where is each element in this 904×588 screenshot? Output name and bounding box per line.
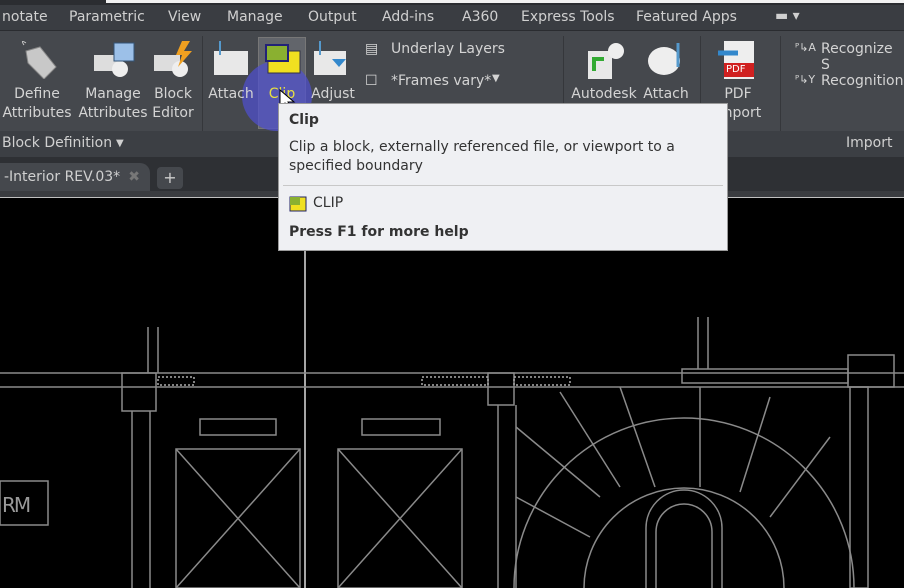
manage-attributes-icon: [94, 42, 135, 77]
recognize-button[interactable]: Recognize S: [821, 41, 904, 73]
tab-add-ins[interactable]: Add-ins: [382, 9, 434, 25]
tooltip-command: CLIP: [313, 195, 344, 211]
tab-a360[interactable]: A360: [462, 9, 498, 25]
tooltip-description: Clip a block, externally referenced file…: [289, 139, 675, 174]
adjust-button[interactable]: Adjust: [310, 85, 356, 104]
adjust-icon: [314, 41, 346, 75]
attach-button[interactable]: Attach: [208, 85, 254, 104]
clip-tooltip: Clip Clip a block, externally referenced…: [278, 103, 728, 251]
floor-plan: [0, 197, 904, 588]
tab-manage[interactable]: Manage: [227, 9, 283, 25]
tooltip-help: Press F1 for more help: [289, 224, 469, 240]
chevron-down-icon[interactable]: ▼: [116, 138, 124, 149]
underlay-layers-icon: ▤: [365, 41, 379, 57]
block-editor-icon: [154, 41, 192, 77]
file-tab-label: -Interior REV.03*: [4, 169, 121, 185]
recognize-icon: ᴾ↳A: [795, 41, 816, 54]
recognition-settings-icon: ᴾ↳Y: [795, 73, 816, 86]
pdf-badge: PDF: [726, 64, 746, 75]
drawing-canvas[interactable]: RM: [0, 197, 904, 588]
attach-icon: [214, 41, 248, 75]
tab-annotate[interactable]: notate: [2, 9, 48, 25]
file-tab[interactable]: -Interior REV.03* ✖: [0, 163, 150, 191]
frames-dropdown[interactable]: *Frames vary*: [391, 73, 491, 89]
block-definition-panel[interactable]: Block Definition: [2, 135, 112, 151]
chevron-down-icon: ▼: [492, 73, 500, 84]
import-panel: Import: [846, 135, 893, 151]
attach-cloud-icon: [648, 43, 680, 75]
tooltip-title: Clip: [289, 112, 319, 128]
underlay-layers-button[interactable]: Underlay Layers: [391, 41, 505, 57]
tag-icon: [21, 40, 57, 79]
autodesk-button[interactable]: Autodesk: [568, 85, 640, 104]
new-tab-button[interactable]: +: [157, 167, 183, 189]
block-editor-button[interactable]: Block Editor: [150, 85, 196, 123]
minimize-ribbon-icon[interactable]: ▬ ▾: [775, 8, 800, 24]
room-label: RM: [2, 493, 31, 517]
tab-express-tools[interactable]: Express Tools: [521, 9, 615, 25]
tab-view[interactable]: View: [168, 9, 201, 25]
frames-icon: ☐: [365, 73, 378, 89]
autodesk-icon: [588, 43, 624, 79]
pdf-import-icon: [718, 41, 754, 79]
attach-cloud-button[interactable]: Attach: [640, 85, 692, 104]
tab-featured-apps[interactable]: Featured Apps: [636, 9, 737, 25]
manage-attributes-button[interactable]: Manage Attributes: [78, 85, 148, 123]
clip-icon: [265, 44, 301, 74]
ribbon-tabs: notate Parametric View Manage Output Add…: [0, 5, 904, 31]
recognition-settings-button[interactable]: Recognition: [821, 73, 903, 89]
define-attributes-button[interactable]: Define Attributes: [2, 85, 72, 123]
close-icon[interactable]: ✖: [128, 169, 140, 185]
tab-parametric[interactable]: Parametric: [69, 9, 145, 25]
clip-command-icon: [289, 196, 307, 212]
tab-output[interactable]: Output: [308, 9, 357, 25]
